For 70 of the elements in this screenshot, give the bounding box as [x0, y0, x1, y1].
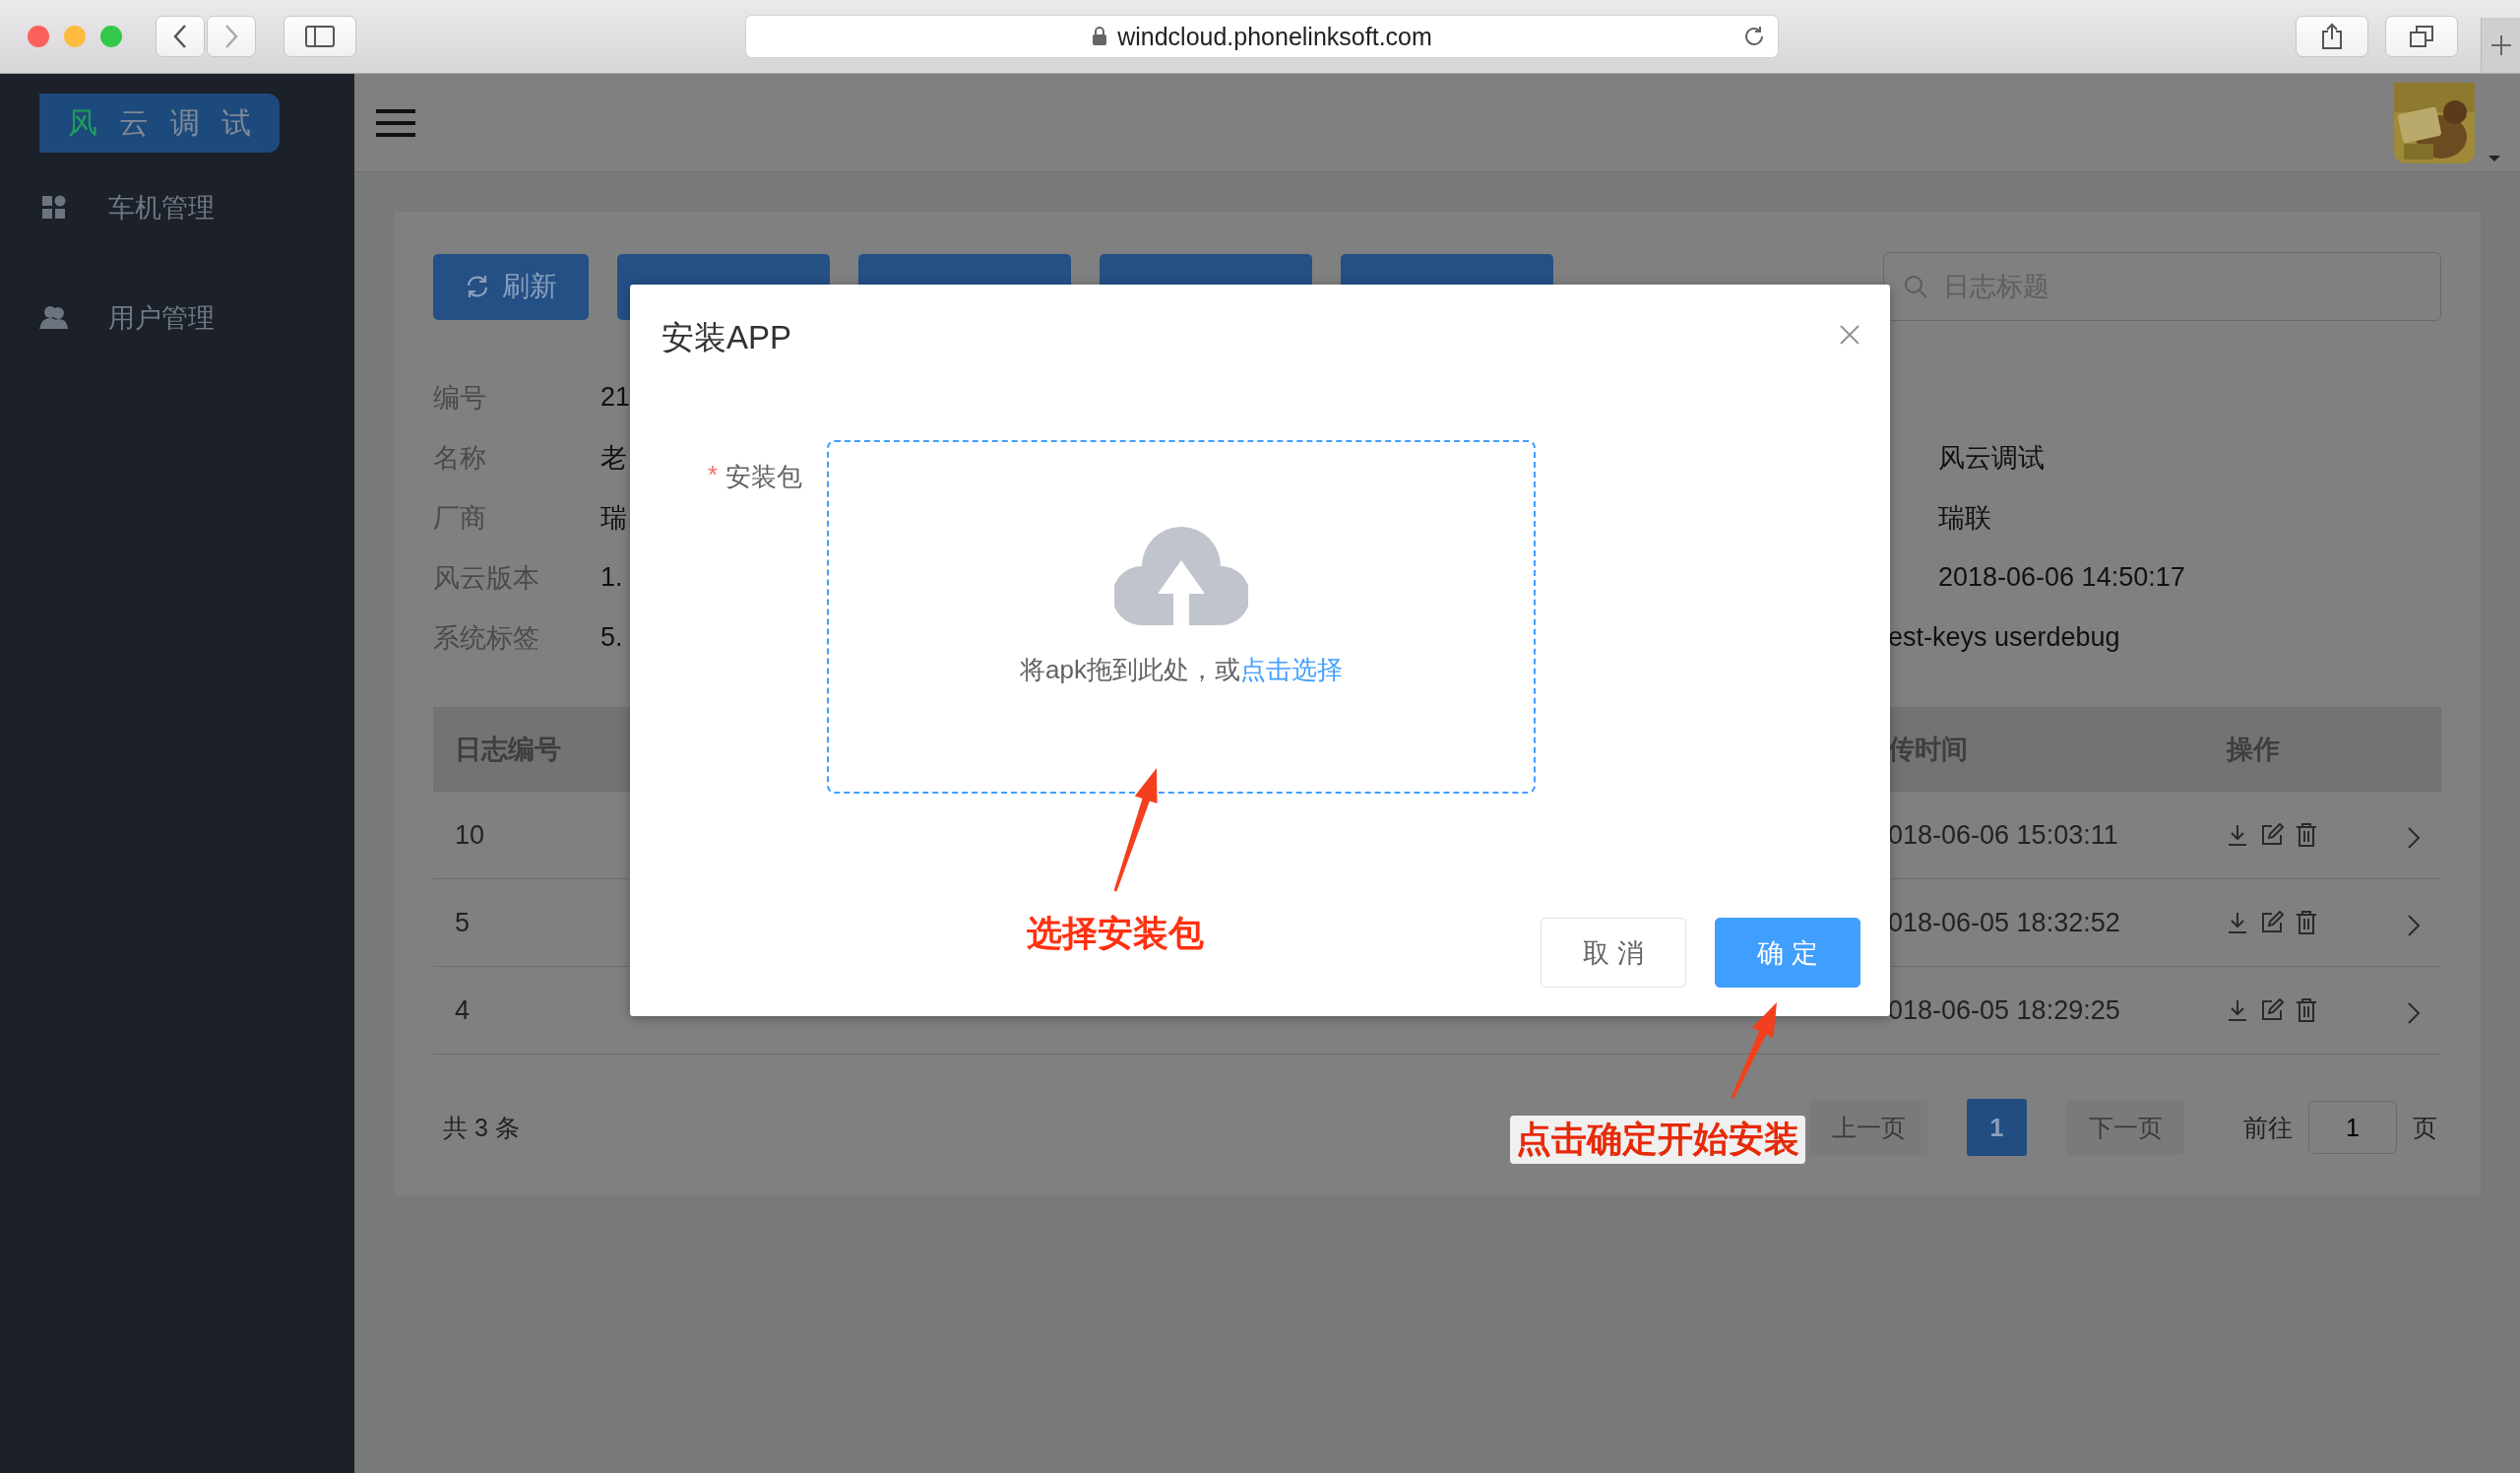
page-unit: 页: [2413, 1112, 2437, 1143]
edit-icon[interactable]: [2260, 911, 2284, 934]
dialog-title: 安装APP: [662, 318, 792, 357]
new-tab-button[interactable]: [2481, 18, 2520, 73]
table-cell: 5: [455, 907, 471, 938]
field-value: 5.: [600, 622, 623, 652]
upload-dropzone[interactable]: 将apk拖到此处，或点击选择: [827, 440, 1536, 794]
next-page-button[interactable]: 下一页: [2066, 1100, 2184, 1155]
download-icon[interactable]: [2227, 823, 2248, 847]
close-icon[interactable]: [1839, 324, 1860, 346]
total-count: 共 3 条: [443, 1112, 520, 1143]
edit-icon[interactable]: [2260, 823, 2284, 847]
download-icon[interactable]: [2227, 998, 2248, 1022]
trash-icon[interactable]: [2296, 822, 2317, 848]
field-value: 瑞: [600, 502, 627, 533]
download-icon[interactable]: [2227, 911, 2248, 934]
page-input[interactable]: 1: [2308, 1101, 2397, 1154]
goto-label: 前往: [2243, 1112, 2293, 1143]
address-bar[interactable]: windcloud.phonelinksoft.com: [745, 15, 1779, 58]
caret-icon[interactable]: [2487, 153, 2502, 163]
share-button[interactable]: [2296, 16, 2368, 57]
sidebar-item[interactable]: 车机管理: [0, 153, 354, 263]
required-mark: *: [707, 460, 718, 491]
edit-icon[interactable]: [2260, 998, 2284, 1022]
field-value: 老: [600, 442, 627, 473]
logo[interactable]: 风 云 调 试: [39, 94, 280, 153]
table-cell: 4: [455, 994, 471, 1026]
sidebar-icon: [305, 26, 335, 47]
trash-icon[interactable]: [2296, 997, 2317, 1023]
users-icon: [39, 305, 69, 331]
page-button[interactable]: 1: [1967, 1099, 2027, 1156]
toolbar-button[interactable]: 刷新: [433, 253, 589, 320]
table-cell: 018-06-06 15:03:11: [1888, 819, 2118, 851]
sidebar-toggle-button[interactable]: [284, 16, 356, 57]
url-text: windcloud.phonelinksoft.com: [1117, 22, 1432, 51]
field-label: 安装包: [725, 461, 802, 493]
field-value: 2018-06-06 14:50:17: [1938, 562, 2185, 592]
tabs-icon: [2409, 25, 2434, 48]
confirm-button[interactable]: 确 定: [1715, 918, 1860, 988]
cancel-button[interactable]: 取 消: [1541, 918, 1686, 988]
search-icon: [1903, 274, 1928, 299]
annotation-text: 选择安装包: [1027, 912, 1204, 955]
plus-icon: [2488, 33, 2513, 57]
field-value: est-keys userdebug: [1888, 622, 2120, 652]
field-value: 1.: [600, 562, 623, 592]
trash-icon[interactable]: [2296, 910, 2317, 935]
back-icon: [171, 24, 189, 49]
table-cell: 10: [455, 819, 485, 851]
chevron-right-icon[interactable]: [2407, 826, 2421, 850]
select-file-link[interactable]: 点击选择: [1239, 655, 1343, 684]
back-button[interactable]: [156, 16, 205, 57]
table-cell: 018-06-05 18:29:25: [1888, 994, 2120, 1026]
reload-icon[interactable]: [1742, 25, 1766, 48]
annotation-text: 点击确定开始安装: [1510, 1116, 1805, 1164]
table-cell: 018-06-05 18:32:52: [1888, 907, 2120, 938]
lock-icon: [1092, 27, 1108, 46]
field-value: 瑞联: [1938, 502, 1991, 533]
menu-icon[interactable]: [376, 107, 415, 138]
chevron-right-icon[interactable]: [2407, 1001, 2421, 1025]
field-value: 21: [600, 382, 631, 412]
share-icon: [2321, 23, 2343, 50]
chevron-right-icon[interactable]: [2407, 914, 2421, 937]
refresh-icon: [465, 274, 490, 299]
field-value: 风云调试: [1938, 442, 2045, 473]
forward-icon: [222, 24, 240, 49]
close-window-icon[interactable]: [28, 26, 49, 47]
tabs-button[interactable]: [2385, 16, 2458, 57]
sidebar-item[interactable]: 用户管理: [0, 263, 354, 373]
prev-page-button[interactable]: 上一页: [1809, 1100, 1927, 1155]
upload-hint: 将apk拖到此处，或点击选择: [1020, 654, 1343, 686]
